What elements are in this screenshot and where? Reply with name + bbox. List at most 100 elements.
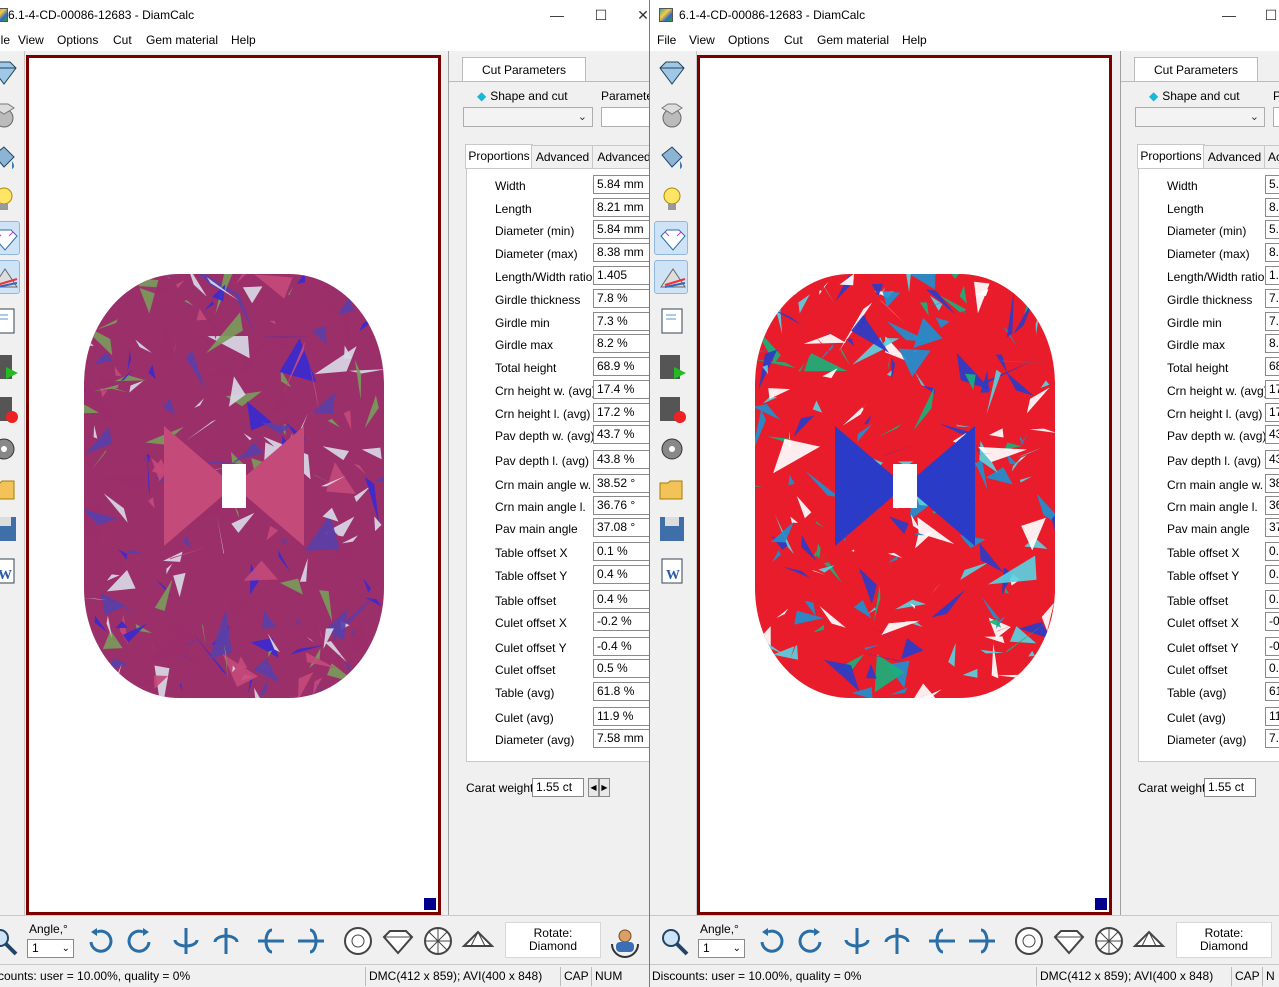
menu-options[interactable]: Options <box>57 33 98 47</box>
param-value-field[interactable]: -0.4 % <box>593 637 649 656</box>
param-value-field[interactable]: 7.8 % <box>593 289 649 308</box>
light-bulb-icon[interactable] <box>654 182 688 216</box>
menu-view[interactable]: View <box>18 33 44 47</box>
maximize-button[interactable]: ☐ <box>578 0 624 30</box>
param-value-field[interactable]: 5.84 mm <box>593 175 649 194</box>
carat-increment-button[interactable]: ▶ <box>599 778 610 797</box>
param-value-field[interactable]: 0.4 % <box>593 590 649 609</box>
param-value-field[interactable]: 37.08 ° <box>593 518 649 537</box>
gem-material-icon[interactable] <box>0 98 20 132</box>
param-value-field[interactable]: 17.4 % <box>593 380 649 399</box>
video-record-icon[interactable] <box>0 391 20 425</box>
param-value-field[interactable]: 8.2 <box>1265 198 1279 217</box>
top-view-icon[interactable] <box>1012 924 1046 958</box>
maximize-button[interactable]: ☐ <box>1248 0 1279 30</box>
minimize-button[interactable]: — <box>534 0 580 30</box>
profile-view-icon[interactable] <box>1132 924 1166 958</box>
menu-cut[interactable]: Cut <box>784 33 803 47</box>
param-value-field[interactable]: 5.84 mm <box>593 220 649 239</box>
param-value-field[interactable]: -0. <box>1265 612 1279 631</box>
paint-bucket-icon[interactable] <box>0 141 20 175</box>
param-value-field[interactable]: 0.4 <box>1265 590 1279 609</box>
word-export-icon[interactable]: W <box>654 553 688 587</box>
diamond-view-icon[interactable] <box>0 56 20 90</box>
param-value-field[interactable]: 17.2 % <box>593 403 649 422</box>
param-value-field[interactable]: 7.8 <box>1265 289 1279 308</box>
report-icon[interactable] <box>0 303 20 337</box>
open-folder-icon[interactable] <box>0 471 20 505</box>
param-value-field[interactable]: 1.405 <box>593 266 649 285</box>
param-value-field[interactable]: 43 <box>1265 450 1279 469</box>
diamond-view-icon[interactable] <box>654 56 688 90</box>
carat-weight-input[interactable]: 1.55 ct <box>532 778 584 797</box>
tab-proportions[interactable]: Proportions <box>1137 144 1205 169</box>
param-value-field[interactable]: 0.4 % <box>593 565 649 584</box>
param-value-field[interactable]: 43 <box>1265 425 1279 444</box>
param-value-field[interactable]: 7.5 <box>1265 729 1279 748</box>
bottom-view-icon[interactable] <box>421 924 455 958</box>
param-value-field[interactable]: 68 <box>1265 357 1279 376</box>
param-value-field[interactable]: 5.8 <box>1265 175 1279 194</box>
bottom-view-icon[interactable] <box>1092 924 1126 958</box>
report-icon[interactable] <box>654 303 688 337</box>
rotate-right-icon[interactable] <box>794 924 828 958</box>
flip-horizontal-icon[interactable] <box>169 924 203 958</box>
sparkle-diamond-icon[interactable] <box>654 221 688 255</box>
angle-select[interactable]: 1 ⌄ <box>27 939 74 958</box>
tab-advanced[interactable]: Advanced <box>1203 145 1266 168</box>
param-value-field[interactable]: 8.38 mm <box>593 243 649 262</box>
flip-horizontal-2-icon[interactable] <box>209 924 243 958</box>
video-record-icon[interactable] <box>654 391 688 425</box>
rotate-mode-box[interactable]: Rotate: Diamond <box>505 922 601 958</box>
param-value-field[interactable]: 8.21 mm <box>593 198 649 217</box>
rotate-mode-box[interactable]: Rotate: Diamond <box>1176 922 1272 958</box>
param-value-field[interactable]: 11.9 % <box>593 707 649 726</box>
param-value-field[interactable]: 37 <box>1265 518 1279 537</box>
param-value-field[interactable]: 36.76 ° <box>593 496 649 515</box>
user-rotate-icon[interactable] <box>608 924 642 958</box>
tab-cut-parameters[interactable]: Cut Parameters <box>462 57 586 82</box>
param-value-field[interactable]: 38 <box>1265 474 1279 493</box>
param-value-field[interactable]: 11 <box>1265 707 1279 726</box>
param-value-field[interactable]: 8.3 <box>1265 243 1279 262</box>
open-folder-icon[interactable] <box>654 471 688 505</box>
menu-file[interactable]: ile <box>0 33 10 47</box>
rotate-left-icon[interactable] <box>754 924 788 958</box>
gem-viewport[interactable] <box>697 55 1112 915</box>
side-view-icon[interactable] <box>1052 924 1086 958</box>
side-view-icon[interactable] <box>381 924 415 958</box>
menu-gem-material[interactable]: Gem material <box>817 33 889 47</box>
menu-cut[interactable]: Cut <box>113 33 132 47</box>
param-value-field[interactable]: 68.9 % <box>593 357 649 376</box>
param-value-field[interactable]: 17 <box>1265 380 1279 399</box>
tilt-up-icon[interactable] <box>254 924 288 958</box>
rotate-left-icon[interactable] <box>83 924 117 958</box>
tilt-up-icon[interactable] <box>925 924 959 958</box>
param-value-field[interactable]: 0.1 % <box>593 542 649 561</box>
param-value-field[interactable]: 0.5 <box>1265 659 1279 678</box>
menu-help[interactable]: Help <box>902 33 927 47</box>
param-value-field[interactable]: 7.3 % <box>593 312 649 331</box>
angle-select[interactable]: 1 ⌄ <box>698 939 745 958</box>
menu-view[interactable]: View <box>689 33 715 47</box>
menu-gem-material[interactable]: Gem material <box>146 33 218 47</box>
menu-options[interactable]: Options <box>728 33 769 47</box>
paint-bucket-icon[interactable] <box>654 141 688 175</box>
video-play-icon[interactable] <box>0 349 20 383</box>
save-icon[interactable] <box>654 511 688 545</box>
gem-viewport[interactable] <box>26 55 441 915</box>
param-value-field[interactable]: 1.4 <box>1265 266 1279 285</box>
flip-horizontal-icon[interactable] <box>840 924 874 958</box>
close-button[interactable]: ✕ <box>620 0 649 30</box>
word-export-icon[interactable]: W <box>0 553 20 587</box>
param-value-field[interactable]: -0. <box>1265 637 1279 656</box>
param-value-field[interactable]: -0.2 % <box>593 612 649 631</box>
sparkle-diamond-icon[interactable] <box>0 221 20 255</box>
param-value-field[interactable]: 5.8 <box>1265 220 1279 239</box>
param-value-field[interactable]: 7.58 mm <box>593 729 649 748</box>
carat-decrement-button[interactable]: ◀ <box>588 778 599 797</box>
menu-file[interactable]: File <box>657 33 676 47</box>
save-icon[interactable] <box>0 511 20 545</box>
tilt-down-icon[interactable] <box>965 924 999 958</box>
shape-and-cut-combo[interactable]: ⌄ <box>1135 107 1265 127</box>
